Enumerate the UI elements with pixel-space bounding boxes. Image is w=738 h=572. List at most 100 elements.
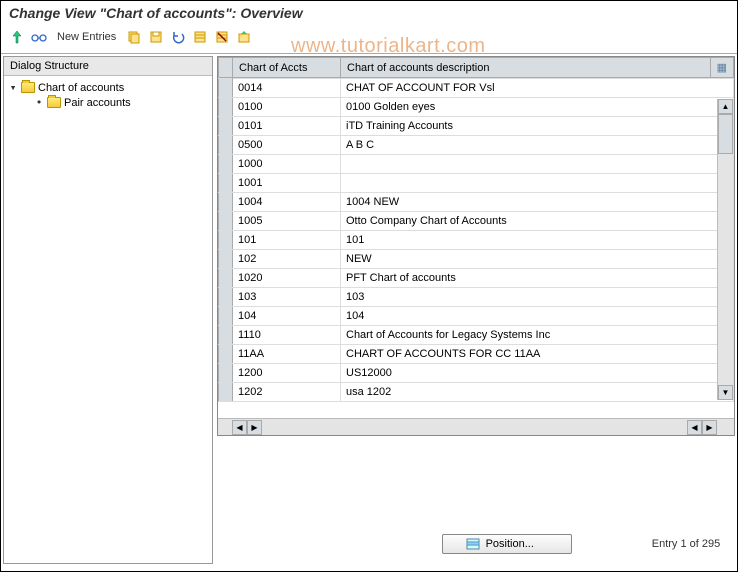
undo-icon[interactable] [168, 27, 188, 47]
cell-desc[interactable]: iTD Training Accounts [341, 117, 734, 136]
cell-desc[interactable]: CHART OF ACCOUNTS FOR CC 11AA [341, 345, 734, 364]
table-row[interactable]: 11AACHART OF ACCOUNTS FOR CC 11AA [219, 345, 734, 364]
position-button[interactable]: Position... [442, 534, 572, 554]
row-selector[interactable] [219, 250, 233, 269]
table-row[interactable]: 01000100 Golden eyes [219, 98, 734, 117]
row-selector[interactable] [219, 117, 233, 136]
cell-desc[interactable]: 103 [341, 288, 734, 307]
table-row[interactable]: 0101iTD Training Accounts [219, 117, 734, 136]
table-row[interactable]: 101101 [219, 231, 734, 250]
export-icon[interactable] [234, 27, 254, 47]
cell-code[interactable]: 0500 [233, 136, 341, 155]
cell-code[interactable]: 1000 [233, 155, 341, 174]
tree-node-chart-of-accounts[interactable]: ▾ Chart of accounts [6, 80, 210, 95]
cell-desc[interactable]: Otto Company Chart of Accounts [341, 212, 734, 231]
row-selector[interactable] [219, 326, 233, 345]
bullet-icon: • [34, 96, 44, 109]
row-selector[interactable] [219, 269, 233, 288]
row-selector[interactable] [219, 383, 233, 402]
vertical-scrollbar[interactable]: ▲ ▼ [717, 99, 733, 400]
scroll-down-icon[interactable]: ▼ [718, 385, 733, 400]
cell-code[interactable]: 0014 [233, 79, 341, 98]
row-selector[interactable] [219, 193, 233, 212]
tree-node-label: Pair accounts [64, 97, 131, 109]
cell-code[interactable]: 104 [233, 307, 341, 326]
cell-desc[interactable]: Chart of Accounts for Legacy Systems Inc [341, 326, 734, 345]
row-selector[interactable] [219, 155, 233, 174]
position-icon [466, 537, 480, 551]
row-selector[interactable] [219, 288, 233, 307]
tree-header: Dialog Structure [4, 57, 212, 76]
cell-code[interactable]: 102 [233, 250, 341, 269]
table-row[interactable]: 0014CHAT OF ACCOUNT FOR Vsl [219, 79, 734, 98]
scroll-left-icon[interactable]: ◀ [232, 420, 247, 435]
cell-desc[interactable]: 0100 Golden eyes [341, 98, 734, 117]
cell-desc[interactable]: 1004 NEW [341, 193, 734, 212]
cell-desc[interactable]: A B C [341, 136, 734, 155]
select-all-header[interactable] [219, 58, 233, 78]
dialog-structure-panel: Dialog Structure ▾ Chart of accounts • P… [3, 56, 213, 564]
cell-code[interactable]: 1005 [233, 212, 341, 231]
scroll-up-icon[interactable]: ▲ [718, 99, 733, 114]
glasses-icon[interactable] [29, 27, 49, 47]
cell-desc[interactable] [341, 174, 734, 193]
scroll-right-icon[interactable]: ▶ [247, 420, 262, 435]
table-row[interactable]: 1200US12000 [219, 364, 734, 383]
table-settings-icon[interactable]: ▦ [710, 58, 733, 78]
cell-desc[interactable]: NEW [341, 250, 734, 269]
table-row[interactable]: 1001 [219, 174, 734, 193]
cell-code[interactable]: 0100 [233, 98, 341, 117]
save-icon[interactable] [146, 27, 166, 47]
cell-desc[interactable] [341, 155, 734, 174]
collapse-icon[interactable]: ▾ [8, 81, 18, 94]
horizontal-scrollbar[interactable]: ◀ ▶ ◀ ▶ [218, 418, 734, 435]
table-row[interactable]: 102NEW [219, 250, 734, 269]
row-selector[interactable] [219, 212, 233, 231]
table-row[interactable]: 104104 [219, 307, 734, 326]
table-row[interactable]: 1110Chart of Accounts for Legacy Systems… [219, 326, 734, 345]
table-row[interactable]: 1202usa 1202 [219, 383, 734, 402]
cell-code[interactable]: 1200 [233, 364, 341, 383]
scroll-right-icon[interactable]: ▶ [702, 420, 717, 435]
cell-code[interactable]: 1202 [233, 383, 341, 402]
table-row[interactable]: 1005Otto Company Chart of Accounts [219, 212, 734, 231]
cell-code[interactable]: 101 [233, 231, 341, 250]
cell-code[interactable]: 11AA [233, 345, 341, 364]
cell-desc[interactable]: 101 [341, 231, 734, 250]
table-row[interactable]: 1000 [219, 155, 734, 174]
cell-code[interactable]: 1110 [233, 326, 341, 345]
cell-desc[interactable]: CHAT OF ACCOUNT FOR Vsl [341, 79, 734, 98]
table-row[interactable]: 10041004 NEW [219, 193, 734, 212]
row-selector[interactable] [219, 345, 233, 364]
column-header-desc[interactable]: Chart of accounts description [341, 58, 711, 78]
copy-icon[interactable] [124, 27, 144, 47]
table-row[interactable]: 103103 [219, 288, 734, 307]
cell-desc[interactable]: US12000 [341, 364, 734, 383]
tree-node-pair-accounts[interactable]: • Pair accounts [6, 95, 210, 110]
expand-icon[interactable] [7, 27, 27, 47]
cell-desc[interactable]: 104 [341, 307, 734, 326]
cell-code[interactable]: 1020 [233, 269, 341, 288]
new-entries-button[interactable]: New Entries [51, 29, 122, 45]
table-row[interactable]: 1020PFT Chart of accounts [219, 269, 734, 288]
cell-desc[interactable]: usa 1202 [341, 383, 734, 402]
cell-desc[interactable]: PFT Chart of accounts [341, 269, 734, 288]
cell-code[interactable]: 1004 [233, 193, 341, 212]
row-selector[interactable] [219, 98, 233, 117]
select-icon[interactable] [190, 27, 210, 47]
cell-code[interactable]: 0101 [233, 117, 341, 136]
cell-code[interactable]: 1001 [233, 174, 341, 193]
row-selector[interactable] [219, 231, 233, 250]
row-selector[interactable] [219, 307, 233, 326]
accounts-table: Chart of Accts Chart of accounts descrip… [217, 56, 735, 436]
row-selector[interactable] [219, 364, 233, 383]
scroll-thumb[interactable] [718, 114, 733, 154]
row-selector[interactable] [219, 79, 233, 98]
table-row[interactable]: 0500A B C [219, 136, 734, 155]
deselect-icon[interactable] [212, 27, 232, 47]
column-header-code[interactable]: Chart of Accts [233, 58, 341, 78]
cell-code[interactable]: 103 [233, 288, 341, 307]
row-selector[interactable] [219, 136, 233, 155]
scroll-left-icon[interactable]: ◀ [687, 420, 702, 435]
row-selector[interactable] [219, 174, 233, 193]
